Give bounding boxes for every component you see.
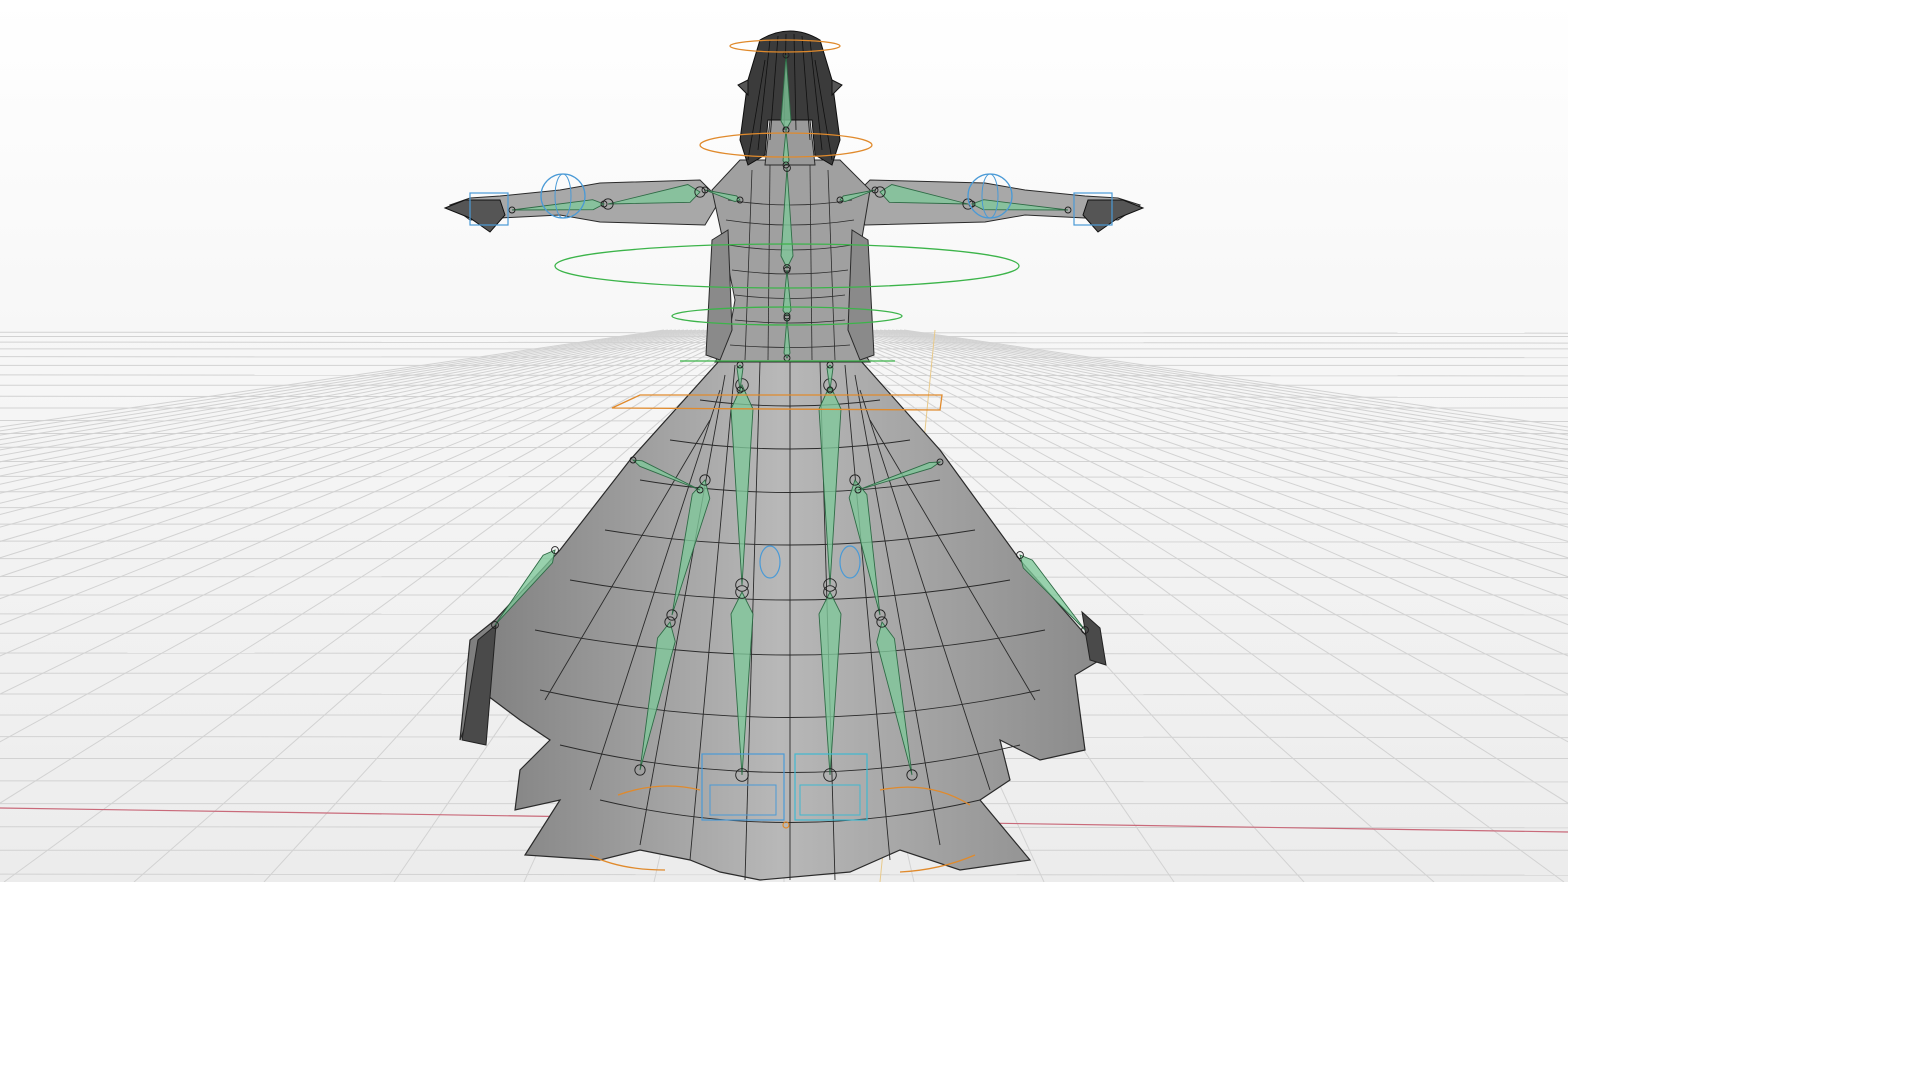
3d-viewport[interactable] (0, 0, 1568, 882)
viewport-canvas[interactable] (0, 0, 1568, 882)
neck-mesh[interactable] (764, 119, 816, 166)
